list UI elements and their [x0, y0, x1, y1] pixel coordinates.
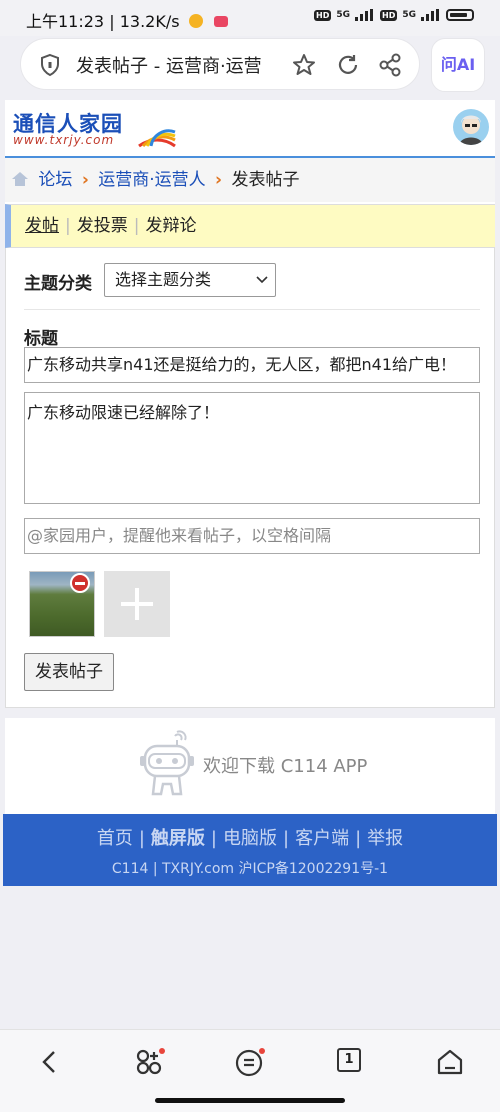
star-icon[interactable] — [291, 52, 317, 78]
menu-icon[interactable] — [234, 1048, 268, 1078]
divider — [24, 309, 480, 310]
ask-ai-button[interactable]: 问AI — [431, 38, 485, 92]
status-right: HD 5G HD 5G — [314, 9, 474, 21]
page-content: 通信人家园 www.txrjy.com 论坛 › 运营商·运营人 › 发表帖子 … — [5, 100, 495, 708]
footer-copyright: C114 | TXRJY.com 沪ICP备12002291号-1 — [111, 861, 389, 877]
signal-icon — [355, 9, 375, 21]
category-label: 主题分类 — [24, 274, 92, 294]
footer-link-home[interactable]: 首页 — [97, 828, 133, 849]
network-speed: 13.2K/s — [119, 12, 180, 31]
post-form: 主题分类 选择主题分类 标题 广东移动共享n41还是挺给力的，无人区，都把n41… — [5, 248, 495, 708]
network-type: 5G — [336, 10, 350, 20]
hd-badge-2: HD — [380, 9, 398, 21]
mention-input[interactable]: @家园用户，提醒他来看帖子，以空格间隔 — [24, 518, 480, 554]
notification-emoji-icon — [188, 14, 203, 28]
tabs-count-button[interactable]: 1 — [337, 1048, 361, 1072]
signal-icon-2 — [421, 9, 441, 21]
tab-post[interactable]: 发帖 — [25, 216, 59, 236]
submit-post-button[interactable]: 发表帖子 — [24, 653, 114, 691]
footer-link-client[interactable]: 客户端 — [295, 828, 349, 849]
category-select-value: 选择主题分类 — [115, 270, 212, 289]
address-bar[interactable]: 发表帖子 - 运营商·运营 — [20, 38, 420, 90]
battery-icon — [446, 9, 474, 21]
reload-icon[interactable] — [335, 52, 361, 78]
notification-app-icon — [213, 16, 228, 27]
footer-links: 首页 | 触屏版 | 电脑版 | 客户端 | 举报 — [96, 828, 404, 849]
logo-rainbow-icon — [138, 129, 176, 148]
home-indicator[interactable] — [155, 1098, 345, 1103]
shield-icon — [41, 53, 59, 77]
home-nav-icon[interactable] — [436, 1048, 464, 1076]
home-icon[interactable] — [11, 171, 29, 187]
tab-debate[interactable]: 发辩论 — [145, 216, 196, 236]
app-download-banner[interactable]: 欢迎下载 C114 APP — [5, 718, 495, 814]
footer-link-report[interactable]: 举报 — [367, 828, 403, 849]
footer-link-desktop[interactable]: 电脑版 — [223, 828, 277, 849]
remove-image-icon[interactable] — [70, 573, 90, 593]
breadcrumb: 论坛 › 运营商·运营人 › 发表帖子 — [5, 158, 495, 202]
breadcrumb-forum[interactable]: 论坛 — [38, 170, 72, 190]
add-image-button[interactable] — [104, 571, 170, 637]
status-left: 上午11:23 | 13.2K/s — [26, 8, 228, 32]
breadcrumb-separator: › — [215, 170, 223, 190]
site-header: 通信人家园 www.txrjy.com — [5, 100, 495, 158]
title-input[interactable]: 广东移动共享n41还是挺给力的，无人区，都把n41给广电！ — [24, 347, 480, 383]
app-download-text[interactable]: 欢迎下载 C114 APP — [203, 752, 367, 778]
hd-badge: HD — [314, 9, 332, 21]
site-logo-url: www.txrjy.com — [13, 133, 115, 147]
breadcrumb-operator[interactable]: 运营商·运营人 — [98, 170, 205, 190]
status-time: 上午11:23 — [26, 12, 105, 31]
share-icon[interactable] — [377, 52, 403, 78]
avatar-icon — [459, 115, 483, 145]
robot-mascot-icon — [140, 730, 194, 796]
back-icon[interactable] — [36, 1048, 64, 1076]
status-bar: 上午11:23 | 13.2K/s HD 5G HD 5G — [0, 0, 500, 36]
title-label: 标题 — [24, 329, 58, 349]
breadcrumb-separator: › — [81, 170, 89, 190]
breadcrumb-current: 发表帖子 — [231, 170, 300, 190]
apps-icon[interactable] — [134, 1048, 168, 1078]
page-title-in-url[interactable]: 发表帖子 - 运营商·运营 — [76, 52, 281, 78]
tab-poll[interactable]: 发投票 — [77, 216, 128, 236]
content-textarea[interactable]: 广东移动限速已经解除了！ — [24, 392, 480, 504]
footer-link-touch[interactable]: 触屏版 — [151, 828, 205, 849]
category-select[interactable]: 选择主题分类 — [104, 263, 276, 297]
user-avatar[interactable] — [453, 109, 489, 145]
post-type-tabs: 发帖 | 发投票 | 发辩论 — [5, 204, 495, 248]
chevron-down-icon — [256, 276, 268, 284]
network-type-2: 5G — [402, 10, 416, 20]
site-footer: 首页 | 触屏版 | 电脑版 | 客户端 | 举报 C114 | TXRJY.com 沪ICP备… — [3, 814, 497, 886]
